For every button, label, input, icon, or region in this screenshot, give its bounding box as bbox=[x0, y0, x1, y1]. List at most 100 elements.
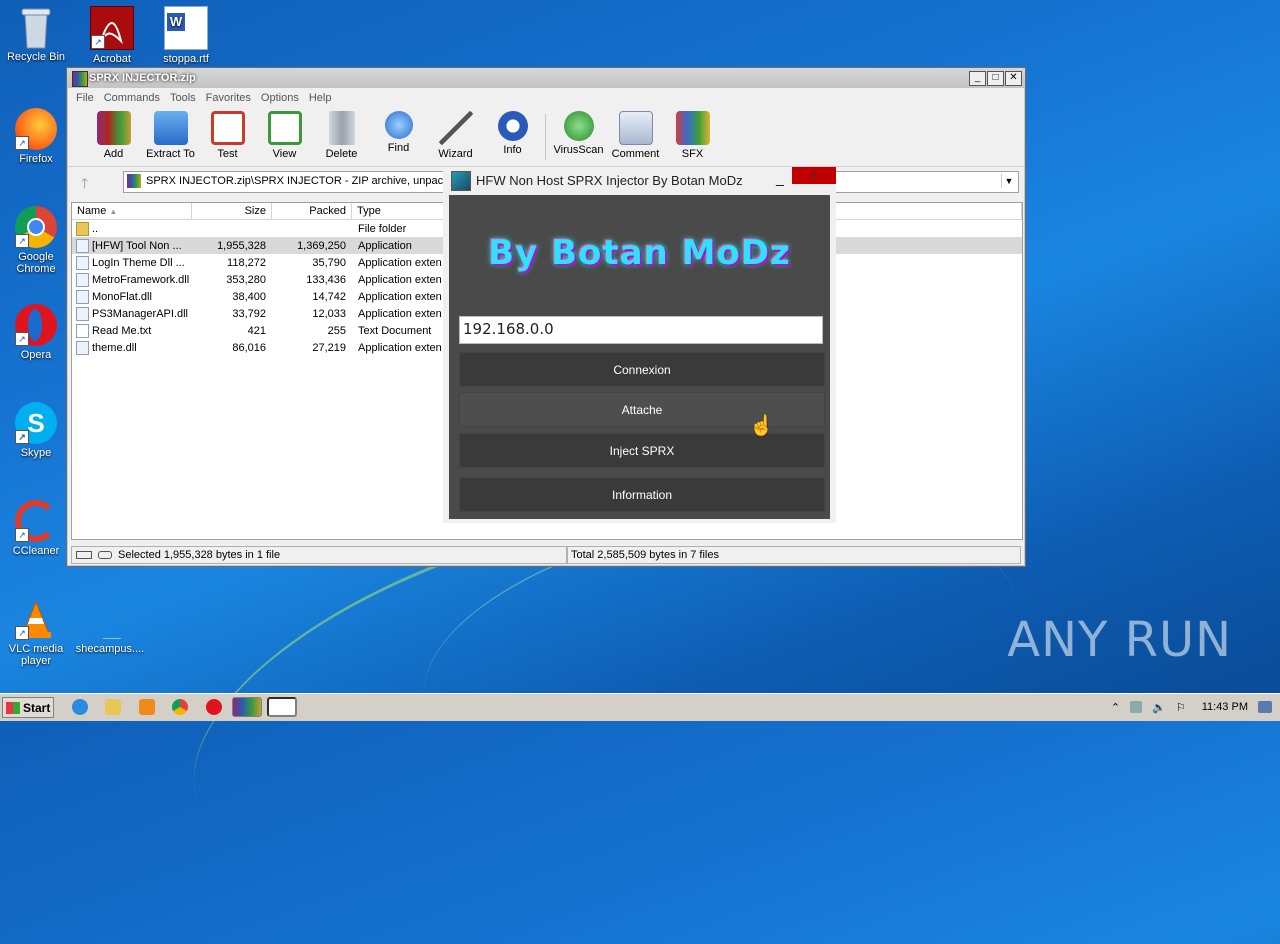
desktop-icon-stoppa-rtf[interactable]: W stoppa.rtf bbox=[150, 6, 222, 65]
vlc-icon: ↗ bbox=[15, 598, 57, 640]
delete-button[interactable]: Delete bbox=[313, 108, 370, 166]
menu-favorites[interactable]: Favorites bbox=[201, 92, 256, 104]
sfx-box-icon bbox=[675, 111, 710, 145]
shortcut-arrow-icon: ↗ bbox=[15, 332, 29, 346]
extract-to-button[interactable]: Extract To bbox=[142, 108, 199, 166]
chevron-down-icon[interactable]: ▼ bbox=[1001, 174, 1016, 188]
desktop-icon-firefox[interactable]: ↗ Firefox bbox=[0, 108, 72, 165]
wizard-wand-icon bbox=[438, 111, 473, 145]
status-selected: Selected 1,955,328 bytes in 1 file bbox=[118, 549, 281, 561]
desktop-icon-ccleaner[interactable]: ↗ CCleaner bbox=[0, 500, 72, 557]
menu-options[interactable]: Options bbox=[256, 92, 304, 104]
desktop-icon-label: stoppa.rtf bbox=[163, 53, 209, 65]
desktop-icon-chrome[interactable]: ↗ Google Chrome bbox=[0, 206, 72, 275]
injector-close-button[interactable]: x bbox=[792, 167, 836, 184]
ip-address-input[interactable]: 192.168.0.0 bbox=[459, 316, 823, 344]
toolbar: Add Extract To Test View Delete Find Wiz… bbox=[67, 108, 1025, 167]
up-arrow-icon[interactable]: 🡑 bbox=[81, 173, 88, 197]
winrar-titlebar[interactable]: SPRX INJECTOR.zip _ □ ✕ bbox=[67, 68, 1025, 88]
injector-body: By Botan MoDz 192.168.0.0 Connexion Atta… bbox=[449, 195, 830, 519]
skype-icon: S ↗ bbox=[15, 402, 57, 444]
desktop-icon-label: shecampus.... bbox=[75, 643, 145, 655]
test-button[interactable]: Test bbox=[199, 108, 256, 166]
desktop-icon-label: Opera bbox=[20, 349, 52, 361]
desktop-icon-label: Google Chrome bbox=[16, 251, 56, 275]
tool-label: Info bbox=[503, 144, 522, 156]
menu-file[interactable]: File bbox=[71, 92, 99, 104]
injector-app-icon bbox=[451, 171, 471, 191]
chrome-icon[interactable] bbox=[172, 699, 188, 715]
view-button[interactable]: View bbox=[256, 108, 313, 166]
action-center-flag-icon[interactable]: ⚐ bbox=[1176, 701, 1186, 714]
winrar-taskbar-icon[interactable] bbox=[232, 697, 262, 717]
inject-sprx-button[interactable]: Inject SPRX bbox=[459, 433, 825, 468]
desktop-icon-vlc[interactable]: ↗ VLC media player bbox=[0, 598, 72, 667]
column-name[interactable]: Name ▲ bbox=[72, 203, 192, 219]
explorer-folder-icon[interactable] bbox=[105, 699, 121, 715]
windows-flag-icon bbox=[6, 701, 20, 714]
add-button[interactable]: Add bbox=[85, 108, 142, 166]
tool-label: Comment bbox=[611, 148, 660, 160]
folder-icon bbox=[76, 221, 89, 236]
recycle-bin-icon bbox=[15, 6, 57, 49]
archive-icon bbox=[127, 174, 141, 188]
text-file-icon bbox=[76, 323, 89, 338]
tool-label: SFX bbox=[681, 148, 704, 160]
sfx-button[interactable]: SFX bbox=[664, 108, 721, 166]
status-total: Total 2,585,509 bytes in 7 files bbox=[571, 549, 719, 561]
key-icon bbox=[98, 551, 112, 559]
chrome-icon: ↗ bbox=[15, 206, 57, 248]
column-packed[interactable]: Packed bbox=[272, 203, 352, 219]
taskbar: Start ⌃ 🔈 ⚐ 11:43 PM bbox=[0, 693, 1280, 721]
shortcut-arrow-icon: ↗ bbox=[15, 234, 29, 248]
tool-label: Extract To bbox=[146, 148, 195, 160]
virusscan-button[interactable]: VirusScan bbox=[550, 108, 607, 166]
clock[interactable]: 11:43 PM bbox=[1202, 701, 1248, 713]
desktop-icon-recycle-bin[interactable]: Recycle Bin bbox=[0, 6, 72, 63]
ie-icon[interactable] bbox=[72, 699, 88, 715]
tool-label: Delete bbox=[325, 148, 358, 160]
tray-expand-icon[interactable]: ⌃ bbox=[1111, 701, 1120, 714]
maximize-button[interactable]: □ bbox=[987, 71, 1004, 86]
virus-scan-icon bbox=[563, 111, 594, 141]
botan-modz-logo: By Botan MoDz bbox=[488, 233, 791, 273]
injector-minimize-button[interactable]: _ bbox=[776, 170, 784, 186]
minimize-button[interactable]: _ bbox=[969, 71, 986, 86]
find-button[interactable]: Find bbox=[370, 108, 427, 166]
shortcut-arrow-icon: ↗ bbox=[15, 626, 29, 640]
show-desktop-icon[interactable] bbox=[1258, 701, 1272, 713]
hand-cursor-icon: ☝ bbox=[749, 415, 774, 437]
desktop-icon-skype[interactable]: S ↗ Skype bbox=[0, 402, 72, 459]
desktop-icon-label: Skype bbox=[20, 447, 52, 459]
desktop-icon-acrobat[interactable]: ↗ Acrobat bbox=[76, 6, 148, 65]
injector-titlebar[interactable]: HFW Non Host SPRX Injector By Botan MoDz… bbox=[443, 167, 836, 193]
desktop-icon-opera[interactable]: ↗ Opera bbox=[0, 304, 72, 361]
tool-label: Test bbox=[217, 148, 238, 160]
test-clipboard-icon bbox=[210, 111, 245, 145]
volume-icon[interactable]: 🔈 bbox=[1152, 701, 1166, 714]
comment-button[interactable]: Comment bbox=[607, 108, 664, 166]
menu-commands[interactable]: Commands bbox=[99, 92, 165, 104]
close-button[interactable]: ✕ bbox=[1005, 71, 1022, 86]
opera-icon[interactable] bbox=[206, 699, 222, 715]
injector-taskbar-icon[interactable] bbox=[267, 697, 297, 717]
connexion-button[interactable]: Connexion bbox=[459, 352, 825, 387]
desktop-icon-shecampus[interactable]: shecampus.... bbox=[74, 598, 146, 655]
winrar-app-icon bbox=[72, 71, 88, 87]
menu-tools[interactable]: Tools bbox=[165, 92, 201, 104]
wizard-button[interactable]: Wizard bbox=[427, 108, 484, 166]
info-button[interactable]: Info bbox=[484, 108, 541, 166]
menu-help[interactable]: Help bbox=[304, 92, 337, 104]
find-magnifier-icon bbox=[384, 111, 413, 139]
start-button[interactable]: Start bbox=[2, 697, 54, 718]
media-player-icon[interactable] bbox=[139, 699, 155, 715]
network-icon[interactable] bbox=[1130, 701, 1143, 713]
tool-label: Wizard bbox=[438, 148, 473, 160]
delete-trash-icon bbox=[328, 111, 355, 145]
opera-icon: ↗ bbox=[15, 304, 57, 346]
information-button[interactable]: Information bbox=[459, 477, 825, 512]
tool-label: View bbox=[272, 148, 297, 160]
menu-bar: File Commands Tools Favorites Options He… bbox=[67, 88, 1025, 108]
application-icon bbox=[76, 238, 89, 253]
column-size[interactable]: Size bbox=[192, 203, 272, 219]
